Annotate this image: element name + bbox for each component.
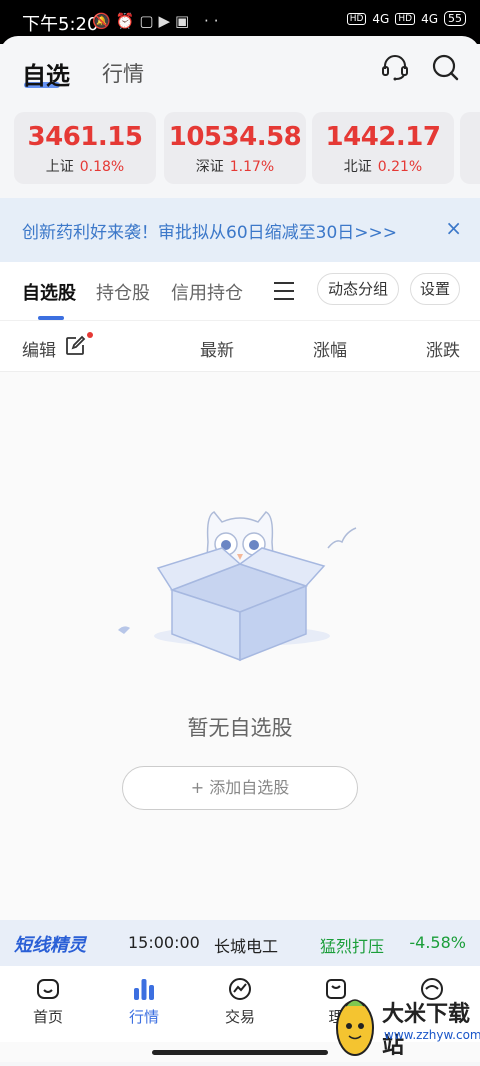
index-card-shanghai[interactable]: 3461.15 上证 0.18% [14,112,156,184]
battery-icon: 55 [444,11,466,26]
nav-trade[interactable]: 交易 [192,976,288,1027]
index-meta: 上证 0.18% [14,156,156,176]
tab-credit-holdings[interactable]: 信用持仓 [171,279,243,305]
ticker-time: 15:00:00 [128,933,200,952]
status-notification-icons: 🔕⏰▢▶▣ ·· [92,12,224,30]
notification-dot [87,332,93,338]
home-indicator[interactable] [152,1050,328,1055]
index-card-beijing[interactable]: 1442.17 北证 0.21% [312,112,454,184]
index-meta: 深证 1.17% [164,156,306,176]
edit-label[interactable]: 编辑 [22,336,56,361]
watermark: 大米下载站 www.zzhyw.com [328,990,480,1066]
sub-tabs: 自选股 持仓股 信用持仓 动态分组 设置 [0,262,480,320]
hd-icon: HD [346,12,367,25]
app-container: 自选 行情 3461.15 上证 0.18% 10534.58 深证 1.17% [0,36,480,1066]
tab-watchlist[interactable]: 自选 [22,56,70,91]
watchlist-panel: 自选股 持仓股 信用持仓 动态分组 设置 编辑 最新 涨幅 涨跌 暂无自选股 +… [0,262,480,1062]
signal-icon-2: 4G [421,11,438,26]
add-watchlist-button[interactable]: + 添加自选股 [122,766,358,810]
top-nav: 自选 行情 [0,36,480,106]
home-icon [37,979,59,999]
nav-label: 首页 [32,1008,63,1026]
hd-icon-2: HD [395,12,416,25]
empty-message: 暂无自选股 [187,716,293,740]
nav-home[interactable]: 首页 [0,976,96,1027]
index-change: 0.18% [79,159,125,175]
index-value: 1442.17 [325,122,441,152]
empty-owl-box-illustration [118,511,357,662]
banner-text[interactable]: 创新药利好来袭！审批拟从60日缩减至30日>>> [22,218,397,243]
index-name: 北证 [343,159,372,175]
close-icon[interactable]: × [445,216,462,240]
index-meta: 北证 0.21% [312,156,454,176]
nav-label: 交易 [224,1008,255,1026]
short-line-ticker[interactable]: 短线精灵 15:00:00 长城电工 猛烈打压 -4.58% [0,920,480,966]
nav-label: 行情 [128,1008,159,1026]
ticker-brand: 短线精灵 [14,935,86,956]
status-right-icons: HD 4G HD 4G 55 [346,11,466,26]
signal-icon: 4G [372,11,390,26]
settings-button[interactable]: 设置 [410,273,460,305]
index-cards: 3461.15 上证 0.18% 10534.58 深证 1.17% 1442.17… [14,112,480,186]
ticker-event: 猛烈打压 [320,937,385,956]
watermark-url: www.zzhyw.com [384,1028,480,1042]
index-card-partial[interactable] [460,112,480,184]
ticker-stock: 长城电工 [214,937,279,956]
status-time: 下午5:20 [22,14,99,35]
index-card-shenzhen[interactable]: 10534.58 深证 1.17% [164,112,306,184]
customer-service-icon[interactable] [380,52,410,82]
ticker-change: -4.58% [409,933,466,952]
tab-holdings[interactable]: 持仓股 [96,279,150,305]
index-name: 深证 [195,159,224,175]
menu-icon[interactable] [272,280,296,302]
col-change[interactable]: 涨跌 [426,336,460,361]
index-value: 3461.15 [27,122,143,152]
column-header: 编辑 最新 涨幅 涨跌 [0,320,480,372]
tab-my-stocks[interactable]: 自选股 [22,279,76,305]
nav-market[interactable]: 行情 [96,976,192,1027]
index-change: 1.17% [229,159,275,175]
col-latest[interactable]: 最新 [200,336,234,361]
tab-market[interactable]: 行情 [102,58,144,88]
index-name: 上证 [45,159,74,175]
index-change: 0.21% [377,159,423,175]
trade-icon [229,978,251,1000]
edit-icon[interactable] [64,335,86,357]
watermark-logo [336,999,374,1056]
dynamic-group-button[interactable]: 动态分组 [317,273,399,305]
chart-bars-icon [134,979,154,1000]
search-icon[interactable] [430,52,460,82]
promo-banner[interactable]: 创新药利好来袭！审批拟从60日缩减至30日>>> × [0,198,480,262]
col-change-pct[interactable]: 涨幅 [313,336,347,361]
index-value: 10534.58 [168,122,302,152]
